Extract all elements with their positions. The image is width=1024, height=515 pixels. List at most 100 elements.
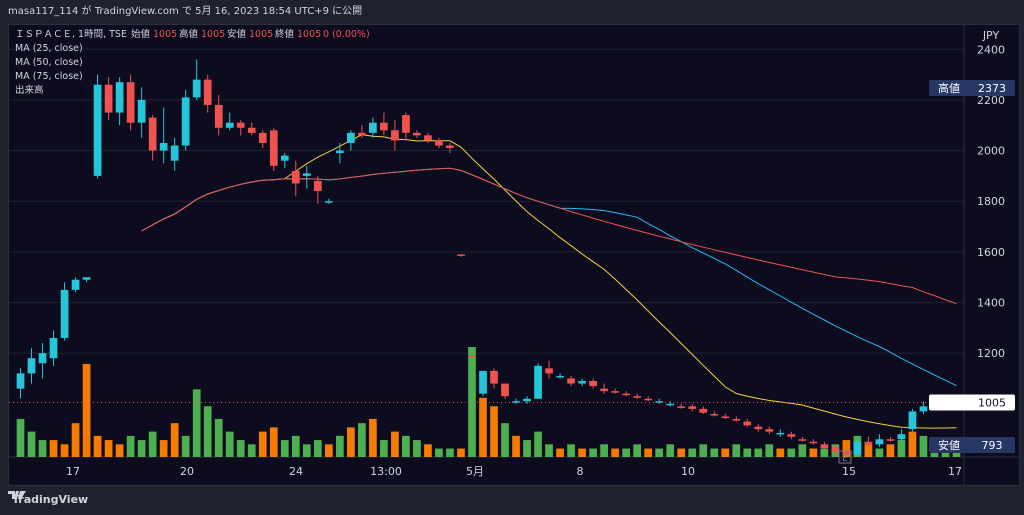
- candle-body: [699, 408, 708, 413]
- volume-bar: [446, 448, 454, 457]
- volume-bar: [677, 448, 686, 457]
- candle-body: [280, 155, 289, 161]
- volume-bar: [468, 347, 476, 457]
- candle-body: [589, 381, 597, 387]
- volume-bar: [49, 440, 58, 457]
- candle-body: [666, 403, 675, 406]
- candle-body: [710, 413, 719, 416]
- candle-body: [732, 419, 741, 421]
- volume-bar: [137, 440, 146, 457]
- candle-body: [776, 432, 785, 435]
- volume-bar: [501, 423, 509, 457]
- legend-change: 0 (0.00%): [323, 29, 370, 40]
- legend-symbol: ＩＳＰＡＣＥ, 1時間, TSE: [15, 29, 127, 40]
- legend-ma75: MA (75, close): [15, 71, 83, 82]
- candle-body: [380, 122, 388, 131]
- candle-body: [302, 173, 311, 176]
- volume-bar: [787, 448, 796, 457]
- candle-body: [457, 254, 465, 256]
- volume-bar: [269, 427, 278, 457]
- candle-body: [60, 289, 69, 338]
- volume-bar: [27, 431, 36, 457]
- candle-body: [534, 365, 542, 399]
- volume-bar: [578, 448, 586, 457]
- candle-body: [644, 398, 653, 401]
- chart-panel[interactable]: 1200 1400 1600 1800 2000 2200 2400 JPY 17 20 24 13:…: [8, 24, 1020, 486]
- publish-info-text: masa117_114 が TradingView.com で 5月 16, 2…: [8, 6, 363, 17]
- candle-body: [424, 135, 432, 141]
- volume-bar: [919, 435, 928, 457]
- legend-close-label: 終値: [275, 28, 295, 40]
- candle-body: [170, 145, 179, 161]
- volume-bar: [115, 444, 124, 457]
- volume-bar: [754, 448, 763, 457]
- volume-bar: [897, 440, 906, 457]
- candle-body: [247, 127, 256, 133]
- volume-bar: [236, 440, 245, 457]
- volume-bar: [479, 397, 487, 457]
- candle-body: [291, 170, 300, 184]
- candle-body: [435, 140, 443, 146]
- volume-bar: [710, 448, 719, 457]
- x-tick-label: 17: [948, 465, 962, 478]
- candle-body: [225, 122, 234, 128]
- candle-body: [567, 378, 575, 384]
- volume-bar: [93, 435, 102, 457]
- y-tick-label: 2000: [977, 145, 1005, 158]
- candle-body: [633, 396, 642, 398]
- last-price-badge-value: 1005: [978, 397, 1006, 410]
- candle-body: [897, 434, 906, 440]
- candle-body: [908, 411, 917, 430]
- volume-bar: [335, 435, 344, 457]
- y-tick-label: 1400: [977, 297, 1005, 310]
- x-tick-label: 15: [842, 465, 856, 478]
- volume-bar: [391, 431, 399, 457]
- candle-body: [258, 132, 267, 143]
- candle-body: [413, 132, 421, 136]
- candle-body: [137, 99, 146, 123]
- volume-bar: [247, 444, 256, 457]
- candle-body: [335, 150, 344, 154]
- candle-body: [104, 84, 113, 113]
- y-tick-label: 1800: [977, 195, 1005, 208]
- volume-bar: [60, 444, 69, 457]
- volume-bar: [820, 448, 829, 457]
- candle-body: [148, 117, 157, 151]
- volume-bar: [545, 444, 553, 457]
- low-badge-value: 793: [982, 439, 1003, 452]
- candle-body: [16, 373, 25, 389]
- ma75-line: [141, 167, 957, 305]
- volume-bar: [148, 431, 157, 457]
- volume-bar: [38, 440, 47, 457]
- volume-bar: [732, 444, 741, 457]
- volume-bar: [798, 444, 807, 457]
- volume-bar: [280, 440, 289, 457]
- volume-bar: [159, 440, 168, 457]
- x-tick-label: 20: [180, 465, 194, 478]
- volume-bar: [523, 440, 531, 457]
- candle-body: [688, 406, 697, 409]
- earnings-marker-label: E: [842, 454, 848, 464]
- volume-bar: [490, 406, 498, 457]
- legend-high-value: 1005: [201, 29, 225, 40]
- volume-bar: [380, 440, 388, 457]
- y-tick-label: 1600: [977, 246, 1005, 259]
- volume-bar: [104, 440, 113, 457]
- volume-bar: [886, 444, 895, 457]
- volume-bar: [71, 423, 80, 457]
- volume-bar: [457, 448, 465, 457]
- candle-body: [369, 122, 377, 133]
- candle-body: [82, 277, 91, 280]
- candle-body: [677, 406, 686, 408]
- candle-body: [49, 337, 58, 359]
- legend-low-value: 1005: [249, 29, 273, 40]
- candlestick-chart[interactable]: 1200140016001800200022002400JPY17 20 24 13:…: [9, 25, 1019, 485]
- x-tick-label: 10: [681, 465, 695, 478]
- candle-body: [181, 97, 190, 146]
- candle-body: [545, 368, 553, 374]
- candle-body: [611, 391, 619, 393]
- x-tick-label: 13:00: [370, 465, 402, 478]
- y-tick-label: 1200: [977, 347, 1005, 360]
- candle-body: [798, 439, 807, 441]
- candle-body: [236, 122, 245, 128]
